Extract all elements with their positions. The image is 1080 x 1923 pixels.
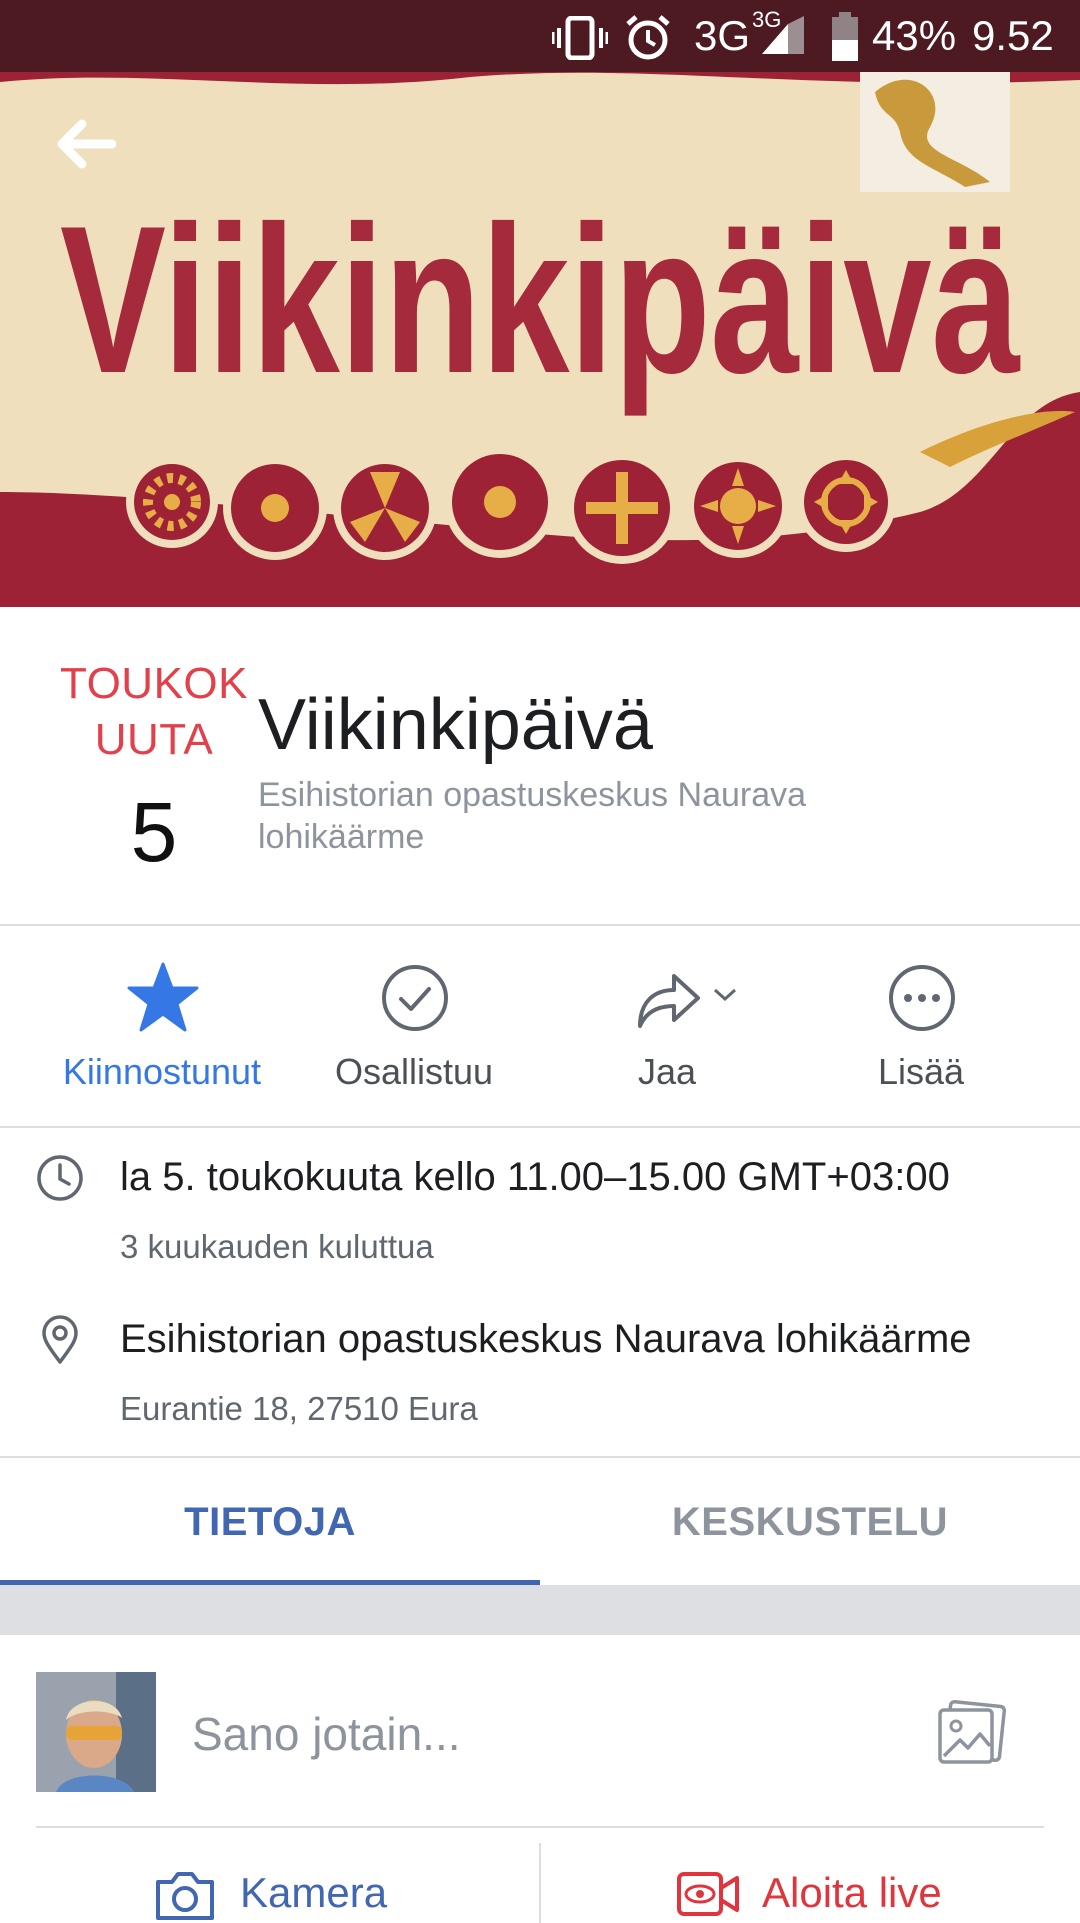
camera-label: Kamera [240,1869,388,1916]
camera-icon [156,1872,214,1920]
battery-percent: 43% [872,12,957,59]
check-circle-icon [382,965,448,1031]
section-separator [0,1585,1080,1635]
share-icon [638,974,700,1028]
interested-label: Kiinnostunut [62,1051,262,1092]
going-label: Osallistuu [334,1051,494,1092]
share-button[interactable]: Jaa [532,952,802,1102]
go-live-button[interactable]: Aloita live [676,1866,1006,1920]
avatar[interactable] [36,1672,156,1792]
camera-button[interactable]: Kamera [150,1866,450,1920]
event-title: Viikinkipäivä [258,685,653,765]
location-pin-icon [42,1315,78,1364]
clock-icon [37,1155,83,1201]
event-time-relative: 3 kuukauden kuluttua [120,1228,434,1265]
back-arrow-icon[interactable] [52,116,116,172]
star-icon [127,962,199,1032]
event-date-month: TOUKOK UUTA [59,659,248,764]
divider [539,1843,541,1923]
avatar-image [36,1672,156,1792]
event-address: Eurantie 18, 27510 Eura [120,1390,478,1427]
tab-about[interactable]: TIETOJA [0,1460,540,1584]
signal-icon [762,16,804,54]
more-label: Lisää [877,1051,965,1092]
cover-artwork: Viikinkipäivä [0,72,1080,564]
event-host[interactable]: Esihistorian opastuskeskus Naurava lohik… [258,774,898,858]
clock-time: 9.52 [972,12,1054,59]
share-label: Jaa [637,1051,697,1092]
event-location[interactable]: Esihistorian opastuskeskus Naurava lohik… [120,1314,972,1364]
go-live-label: Aloita live [762,1869,942,1916]
network-type: 3G [694,12,751,59]
status-bar: 3G 3G 43% 9.52 [0,0,1080,72]
divider [0,924,1080,926]
composer-input[interactable]: Sano jotain... [192,1706,461,1762]
photo-icon[interactable] [936,1698,1008,1766]
going-button[interactable]: Osallistuu [279,952,549,1102]
event-date-day: 5 [130,785,178,879]
divider [0,1456,1080,1458]
divider [0,1126,1080,1128]
divider [36,1826,1044,1828]
event-time[interactable]: la 5. toukokuuta kello 11.00–15.00 GMT+0… [120,1152,950,1202]
tab-discussion[interactable]: KESKUSTELU [540,1460,1080,1584]
alarm-icon [626,15,670,60]
more-icon [889,965,955,1031]
cover-title: Viikinkipäivä [60,182,1021,417]
interested-button[interactable]: Kiinnostunut [27,952,297,1102]
live-video-icon [677,1872,739,1916]
battery-icon [832,12,858,61]
more-button[interactable]: Lisää [786,952,1056,1102]
vibrate-icon [552,16,608,60]
chevron-down-icon [713,988,737,1002]
event-cover-image[interactable]: Viikinkipäivä [0,72,1080,607]
